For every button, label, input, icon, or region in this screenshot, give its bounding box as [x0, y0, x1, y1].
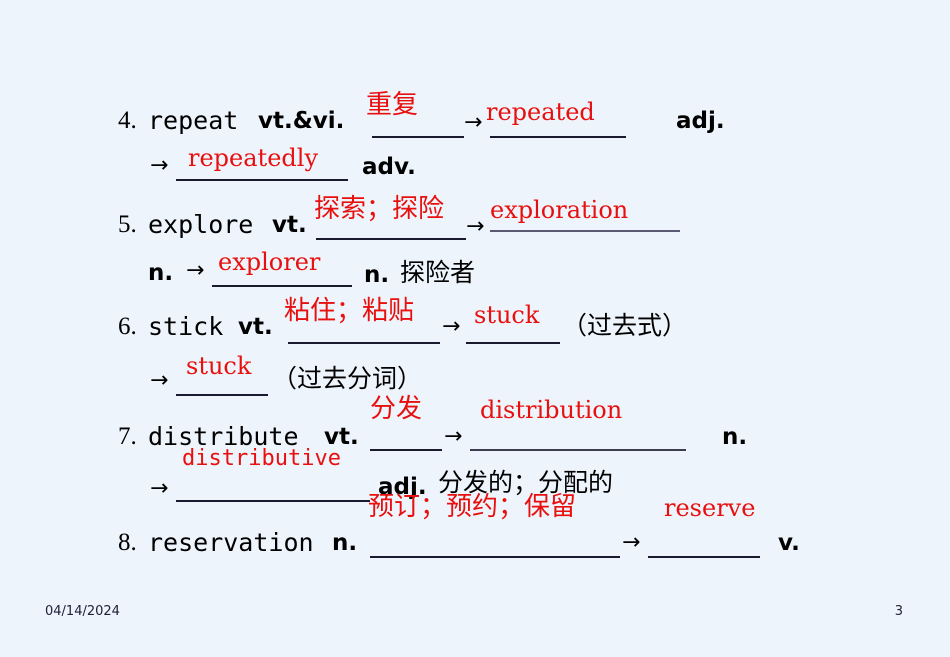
blank-line-5-3: [212, 285, 352, 287]
entry-5-answer-2: explorer: [218, 248, 321, 276]
arrow-icon-7-1: →: [444, 424, 463, 449]
blank-line-7-1: [370, 449, 442, 451]
arrow-icon-5-1: →: [466, 214, 485, 239]
entry-7-answer-1: distribution: [480, 396, 623, 424]
entry-5-pos-3: n.: [364, 262, 390, 288]
blank-line-4-2: [490, 136, 626, 138]
entry-6-note-1: （过去式）: [562, 311, 688, 340]
blank-line-4-3: [176, 179, 348, 181]
blank-line-7-2: [470, 449, 686, 451]
entry-8-pos-1: n.: [332, 530, 358, 556]
entry-number-8: 8.: [118, 529, 137, 556]
arrow-icon-7-2: →: [150, 476, 169, 501]
entry-8-answer-1: reserve: [664, 494, 756, 522]
entry-5-pos-2: n.: [148, 260, 174, 286]
arrow-icon-4-1: →: [464, 110, 483, 135]
entry-4-answer-1: repeated: [486, 98, 595, 126]
arrow-icon-4-2: →: [150, 153, 169, 178]
blank-line-6-3: [176, 394, 268, 396]
entry-word-repeat: repeat: [148, 106, 239, 135]
blank-line-8-2: [648, 556, 760, 558]
entry-8-pos-2: v.: [778, 530, 800, 556]
entry-number-7: 7.: [118, 423, 137, 450]
entry-8-red-gloss: 预订；预约；保留: [368, 492, 577, 522]
entry-4-pos-2: adj.: [676, 108, 725, 134]
entry-4-red-gloss: 重复: [366, 90, 419, 120]
entry-word-explore: explore: [148, 210, 254, 239]
entry-5-pos-1: vt.: [272, 212, 307, 238]
entry-4-pos-3: adv.: [362, 154, 416, 180]
entry-7-red-gloss: 分发: [370, 394, 423, 424]
entry-word-reservation: reservation: [148, 528, 314, 557]
arrow-icon-6-2: →: [150, 368, 169, 393]
entry-6-pos-1: vt.: [238, 314, 273, 340]
blank-line-4-1: [372, 136, 464, 138]
slide-canvas: 4. repeat vt.&vi. 重复 → repeated adj. → r…: [0, 0, 950, 657]
entry-4-pos-1: vt.&vi.: [258, 108, 345, 134]
arrow-icon-8-1: →: [622, 530, 641, 555]
footer-date: 04/14/2024: [45, 604, 120, 619]
entry-5-black-gloss: 探险者: [400, 258, 476, 287]
entry-5-red-gloss: 探索；探险: [314, 194, 445, 224]
blank-line-5-2: [490, 230, 680, 232]
blank-line-6-2: [466, 342, 560, 344]
entry-6-answer-2: stuck: [186, 352, 252, 380]
entry-4-answer-2: repeatedly: [188, 144, 318, 172]
entry-number-5: 5.: [118, 211, 137, 238]
entry-6-red-gloss: 粘住；粘贴: [284, 296, 415, 326]
blank-line-8-1: [370, 556, 620, 558]
entry-7-pos-2: n.: [722, 424, 748, 450]
entry-number-6: 6.: [118, 313, 137, 340]
arrow-icon-5-2: →: [186, 258, 205, 283]
blank-line-7-3: [176, 500, 370, 502]
footer-page-number: 3: [894, 604, 903, 619]
blank-line-6-1: [288, 342, 440, 344]
arrow-icon-6-1: →: [442, 314, 461, 339]
blank-line-5-1: [316, 238, 466, 240]
entry-word-stick: stick: [148, 312, 224, 341]
entry-number-4: 4.: [118, 107, 137, 134]
entry-7-answer-2: distributive: [182, 446, 341, 471]
entry-6-answer-1: stuck: [474, 301, 540, 329]
entry-6-note-2: （过去分词）: [272, 364, 423, 393]
entry-5-answer-1: exploration: [490, 196, 629, 224]
